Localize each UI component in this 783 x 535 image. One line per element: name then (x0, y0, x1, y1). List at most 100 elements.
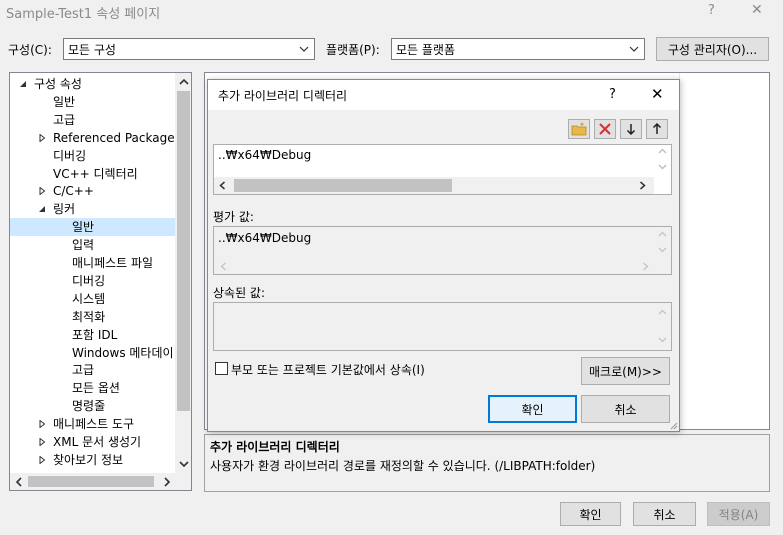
tree-item-17[interactable]: 모든 옵션 (10, 379, 175, 397)
chevron-right-icon (163, 476, 170, 487)
scroll-right-arrow[interactable] (158, 473, 175, 490)
tree-item-15[interactable]: Windows 메타데이 (10, 344, 175, 362)
collapsed-arrow-icon[interactable] (38, 438, 46, 446)
scroll-thumb[interactable] (234, 179, 452, 192)
tree-item-label: 최적화 (72, 309, 106, 324)
tree-item-9[interactable]: 입력 (10, 236, 175, 254)
tree-item-11[interactable]: 디버깅 (10, 272, 175, 290)
inherited-values-label: 상속된 값: (213, 286, 266, 300)
tree-item-6[interactable]: C/C++ (10, 182, 175, 200)
tree-item-14[interactable]: 포함 IDL (10, 326, 175, 344)
tree-item-label: C/C++ (53, 184, 94, 199)
tree-item-label: 일반 (53, 94, 76, 109)
tree-item-2[interactable]: 고급 (10, 111, 175, 129)
tree-item-7[interactable]: 링커 (10, 200, 175, 218)
list-horizontal-scrollbar[interactable] (214, 177, 654, 194)
close-button[interactable]: ✕ (751, 2, 763, 18)
inherited-values-box (213, 302, 672, 351)
collapsed-arrow-icon[interactable] (38, 455, 46, 464)
tree-item-label: 링커 (53, 202, 76, 217)
tree-item-21[interactable]: 찾아보기 정보 (10, 451, 175, 469)
resize-grip-icon[interactable] (669, 421, 678, 430)
tree-item-label: 매니페스트 파일 (72, 256, 154, 270)
tree-item-1[interactable]: 일반 (10, 93, 175, 111)
ok-button[interactable]: 확인 (560, 502, 621, 526)
config-label: 구성(C): (8, 43, 52, 57)
tree-horizontal-scrollbar[interactable] (10, 473, 191, 490)
tree-item-label: 명령줄 (72, 399, 106, 414)
tree-item-label: 구성 속성 (34, 77, 82, 91)
title-bar: Sample-Test1 속성 페이지 ? ✕ (0, 0, 783, 24)
tree-item-3[interactable]: Referenced Packages (10, 129, 181, 147)
window-title: Sample-Test1 속성 페이지 (6, 7, 161, 22)
scroll-down-arrow[interactable] (175, 455, 191, 472)
collapsed-arrow-icon[interactable] (38, 187, 46, 196)
tree-item-18[interactable]: 명령줄 (10, 397, 175, 415)
tree-vertical-scrollbar[interactable] (175, 73, 191, 473)
tree-item-16[interactable]: 고급 (10, 361, 175, 379)
tree-item-0[interactable]: 구성 속성 (10, 75, 175, 93)
collapsed-arrow-icon[interactable] (38, 133, 46, 142)
dialog-close-button[interactable]: ✕ (651, 85, 664, 103)
tree-item-label: 매니페스트 도구 (53, 417, 135, 432)
tree-item-5[interactable]: VC++ 디렉터리 (10, 165, 175, 183)
tree-item-10[interactable]: 매니페스트 파일 (10, 254, 175, 272)
tree-item-label: 고급 (53, 112, 76, 127)
chevron-right-icon (643, 262, 649, 271)
dialog-ok-button[interactable]: 확인 (488, 395, 577, 423)
dialog-help-button[interactable]: ? (609, 87, 616, 102)
scroll-thumb[interactable] (177, 91, 190, 411)
directories-list[interactable]: ..₩x64₩Debug (213, 144, 672, 195)
apply-button: 적용(A) (707, 502, 770, 526)
directory-entry[interactable]: ..₩x64₩Debug (218, 148, 311, 162)
inherit-checkbox-label[interactable]: 부모 또는 프로젝트 기본값에서 상속(I) (231, 361, 425, 378)
scroll-up-arrow[interactable] (175, 73, 191, 90)
cancel-button[interactable]: 취소 (633, 502, 696, 526)
config-combobox[interactable]: 모든 구성 (63, 38, 315, 60)
property-tree: 구성 속성 일반 고급 Referenced Packages 디버깅 VC++ 디렉터리… (9, 72, 192, 491)
chevron-up-icon (658, 148, 667, 154)
chevron-right-icon (640, 181, 646, 190)
tree-item-label: 찾아보기 정보 (53, 452, 124, 467)
config-manager-button[interactable]: 구성 관리자(O)... (656, 37, 769, 61)
scroll-thumb[interactable] (28, 476, 154, 487)
tree-item-label: 고급 (72, 363, 95, 378)
evaluated-value-box: ..₩x64₩Debug (213, 226, 672, 275)
move-down-button[interactable] (620, 119, 642, 139)
scroll-left-arrow[interactable] (10, 473, 27, 490)
additional-library-directories-dialog: 추가 라이브러리 디렉터리 ? ✕ ..₩x64₩Debug 평가 값: ..₩ (207, 79, 680, 432)
tree-item-label: VC++ 디렉터리 (53, 166, 138, 181)
tree-item-13[interactable]: 최적화 (10, 308, 175, 326)
tree-item-8[interactable]: 일반 (10, 218, 175, 237)
inherit-checkbox[interactable] (215, 362, 228, 375)
tree-item-label: 시스템 (72, 291, 106, 306)
collapsed-arrow-icon[interactable] (38, 420, 46, 429)
chevron-down-icon (629, 46, 639, 52)
new-line-button[interactable] (568, 119, 590, 139)
dialog-title: 추가 라이브러리 디렉터리 (218, 89, 348, 103)
arrow-up-icon (652, 123, 662, 134)
chevron-left-icon (220, 262, 226, 271)
list-vertical-scrollbar[interactable] (654, 145, 671, 177)
help-button[interactable]: ? (708, 3, 715, 18)
dialog-cancel-button[interactable]: 취소 (581, 395, 670, 423)
tree-item-19[interactable]: 매니페스트 도구 (10, 415, 175, 433)
expanded-arrow-icon[interactable] (19, 80, 27, 88)
macros-button[interactable]: 매크로(M)>> (581, 357, 670, 385)
tree-item-20[interactable]: XML 문서 생성기 (10, 433, 175, 451)
move-up-button[interactable] (646, 119, 668, 139)
chevron-down-icon (658, 164, 667, 170)
platform-label: 플랫폼(P): (326, 43, 380, 57)
delete-icon (599, 123, 611, 135)
chevron-left-icon (15, 476, 22, 487)
delete-line-button[interactable] (594, 119, 616, 139)
tree-item-4[interactable]: 디버깅 (10, 147, 175, 165)
platform-combobox[interactable]: 모든 플랫폼 (391, 38, 645, 60)
tree-item-12[interactable]: 시스템 (10, 290, 175, 308)
chevron-up-icon (178, 78, 189, 85)
chevron-down-icon (178, 460, 189, 467)
expanded-arrow-icon[interactable] (38, 205, 46, 213)
chevron-up-icon (658, 309, 667, 315)
evaluated-value-text: ..₩x64₩Debug (218, 231, 312, 245)
config-value: 모든 구성 (68, 42, 116, 57)
